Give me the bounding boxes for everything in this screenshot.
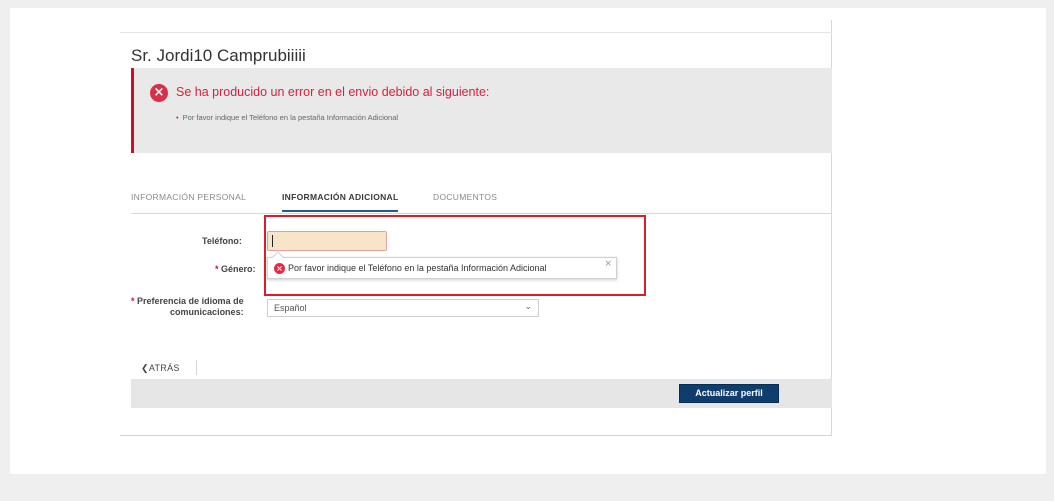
tab-informacion-personal[interactable]: INFORMACIÓN PERSONAL	[131, 192, 246, 210]
error-item-text: Por favor indique el Teléfono en la pest…	[182, 113, 399, 122]
top-divider	[120, 32, 832, 33]
tab-bar: INFORMACIÓN PERSONAL INFORMACIÓN ADICION…	[131, 188, 832, 214]
language-select[interactable]: Español ⌄	[267, 299, 539, 317]
update-profile-button[interactable]: Actualizar perfil	[679, 384, 779, 403]
back-label: ATRÁS	[148, 363, 180, 373]
profile-panel: Sr. Jordi10 Camprubiiiii × Se ha produci…	[120, 20, 832, 436]
footer-bar: Actualizar perfil	[131, 379, 832, 408]
language-label-line2: comunicaciones:	[170, 307, 244, 317]
error-title: Se ha producido un error en el envio deb…	[176, 85, 490, 99]
error-list-item: • Por favor indique el Teléfono en la pes…	[176, 113, 398, 122]
phone-label: Teléfono:	[202, 236, 242, 246]
bullet-icon: •	[176, 113, 179, 122]
back-link[interactable]: ❮ATRÁS	[141, 363, 180, 374]
gender-label-text: Género:	[221, 264, 256, 274]
required-mark: *	[215, 264, 219, 274]
tooltip-text: Por favor indique el Teléfono en la pest…	[288, 263, 547, 273]
required-mark: *	[131, 296, 135, 306]
chevron-left-icon: ❮	[141, 363, 149, 373]
language-label-line1: Preferencia de idioma de	[137, 296, 244, 306]
validation-tooltip: × Por favor indique el Teléfono en la pe…	[267, 251, 617, 279]
text-caret	[272, 235, 273, 247]
language-select-value: Español	[274, 303, 307, 313]
language-label: * Preferencia de idioma de comunicacione…	[131, 296, 244, 318]
error-alert: × Se ha producido un error en el envio d…	[131, 68, 832, 153]
back-separator	[196, 360, 197, 375]
page-title: Sr. Jordi10 Camprubiiiii	[131, 46, 306, 65]
tab-informacion-adicional[interactable]: INFORMACIÓN ADICIONAL	[282, 192, 399, 212]
tab-documentos[interactable]: DOCUMENTOS	[433, 192, 497, 210]
gender-label: * Género:	[215, 264, 256, 275]
chevron-down-icon: ⌄	[524, 302, 532, 312]
close-icon[interactable]: ×	[604, 259, 612, 269]
error-x-icon: ×	[150, 84, 168, 102]
phone-input[interactable]	[267, 231, 387, 251]
error-x-icon: ×	[274, 263, 285, 274]
